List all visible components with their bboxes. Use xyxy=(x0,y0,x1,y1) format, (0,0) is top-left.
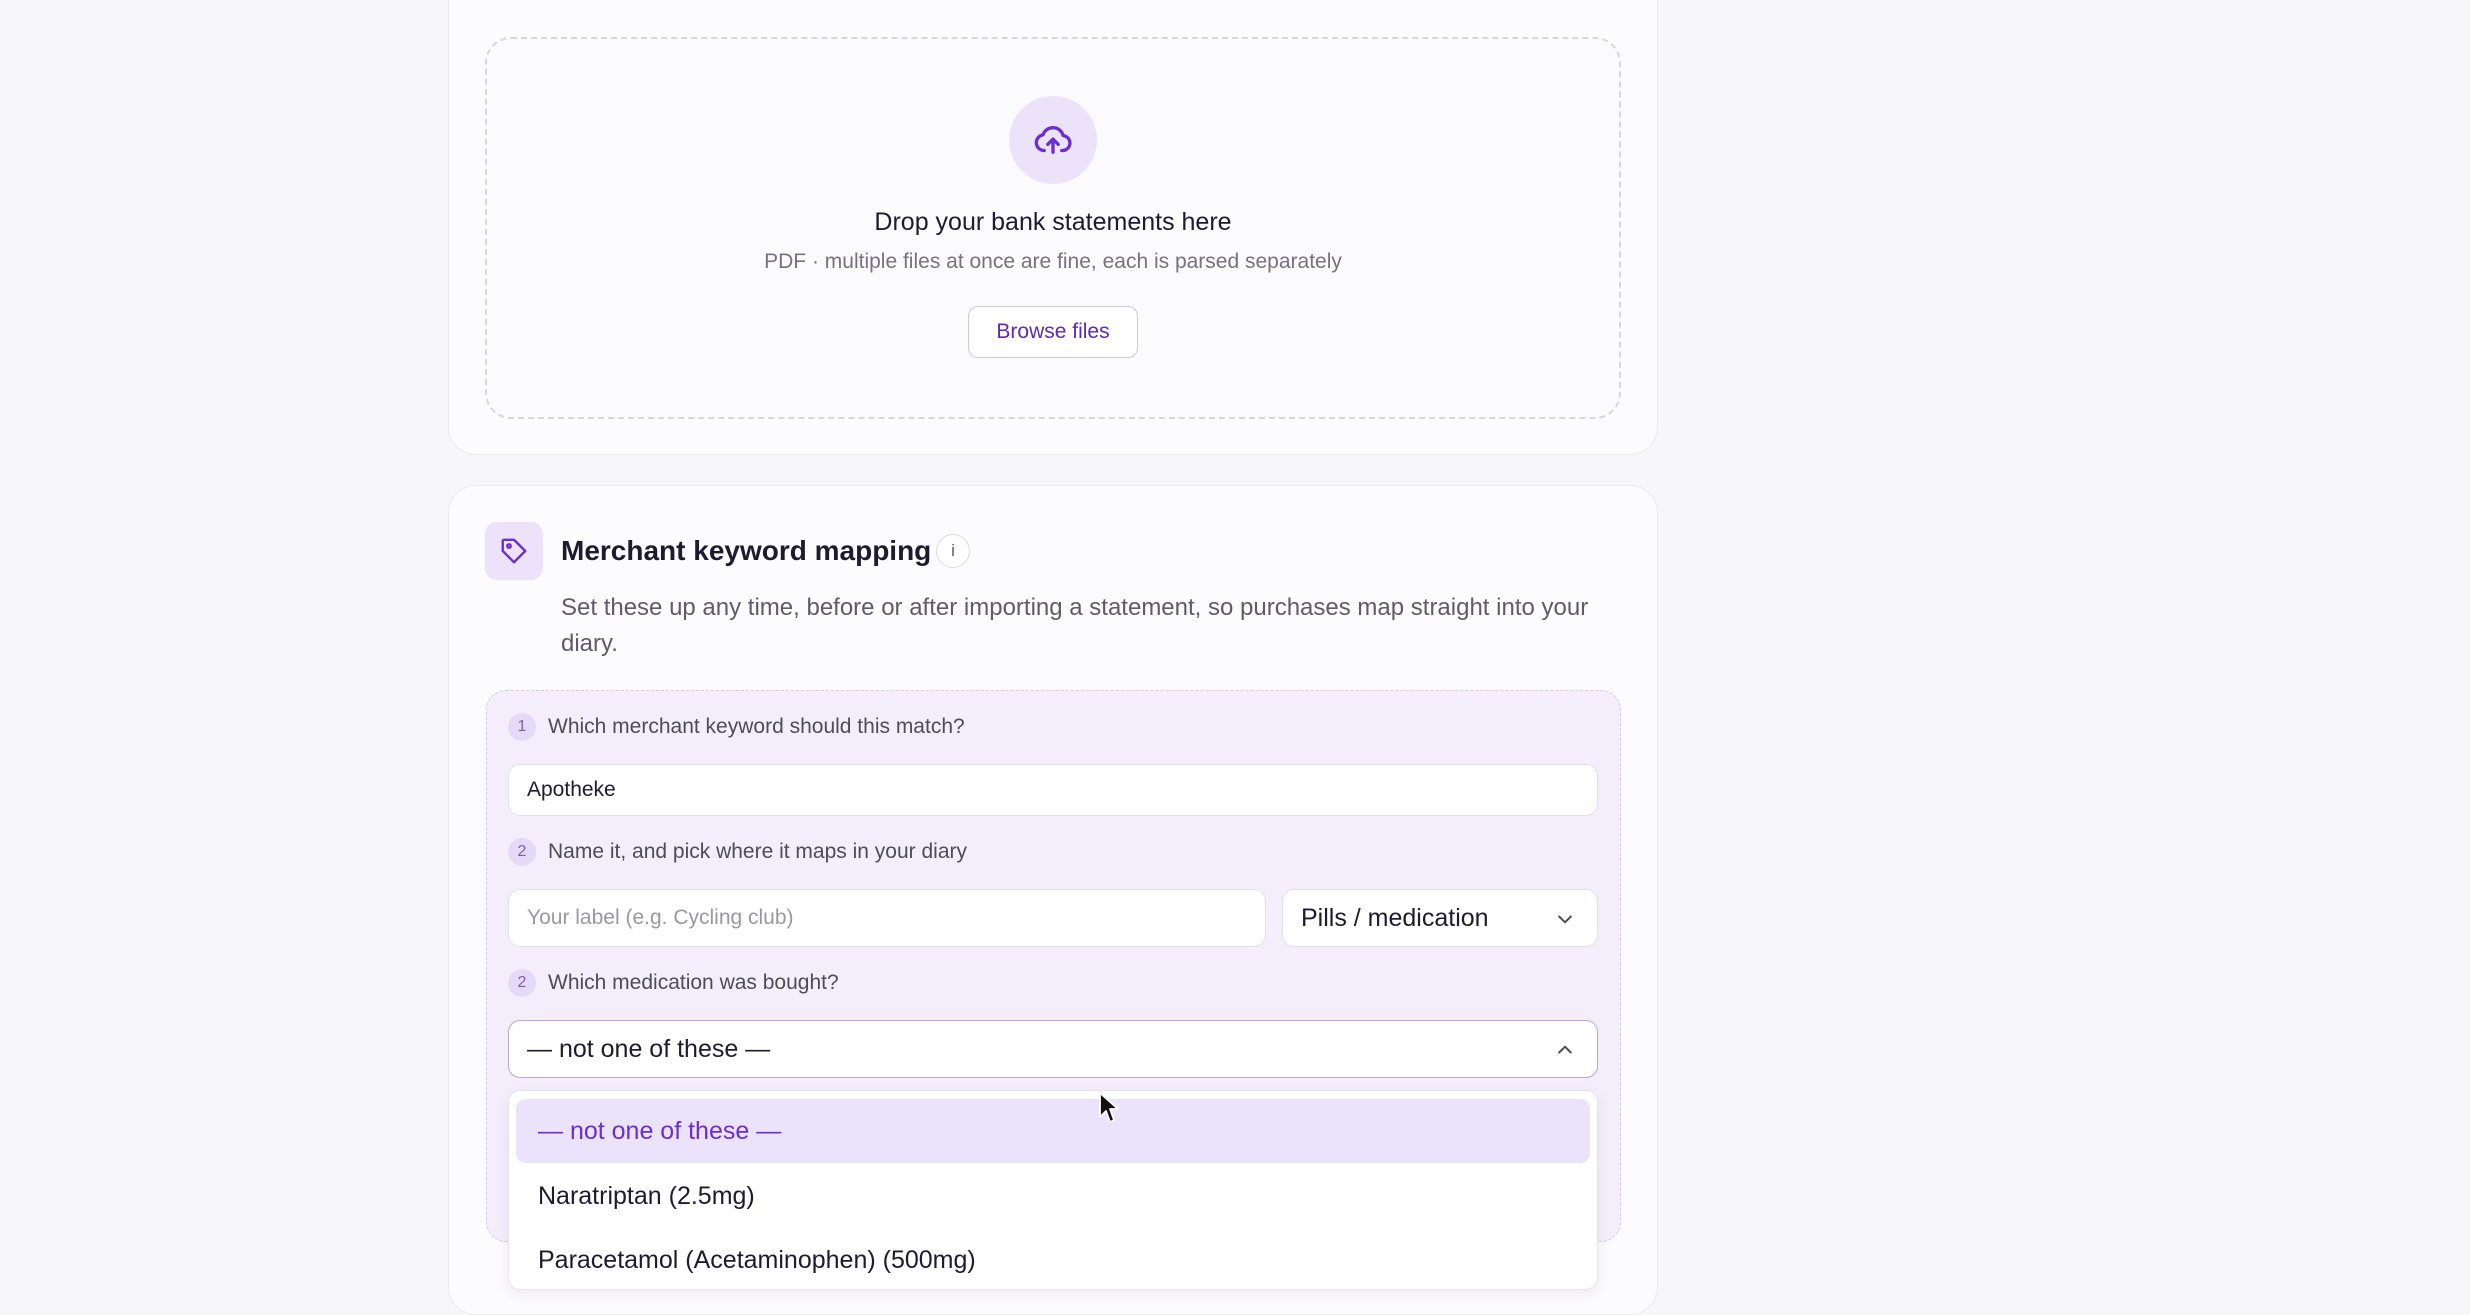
section-description: Set these up any time, before or after i… xyxy=(561,594,1589,657)
merchant-keyword-input[interactable]: Apotheke xyxy=(508,764,1598,816)
cloud-upload-icon xyxy=(1009,96,1097,184)
info-icon[interactable]: i xyxy=(936,534,970,568)
drop-subtitle: PDF · multiple files at once are fine, e… xyxy=(764,250,1342,273)
step-number: 1 xyxy=(508,713,536,741)
dropdown-option[interactable]: Naratriptan (2.5mg) xyxy=(510,1170,1596,1222)
medication-select[interactable]: — not one of these — xyxy=(508,1020,1598,1078)
step-number: 2 xyxy=(508,838,536,866)
label-input[interactable]: Your label (e.g. Cycling club) xyxy=(508,889,1266,947)
step-label: Name it, and pick where it maps in your … xyxy=(548,840,968,863)
dropdown-option[interactable]: Paracetamol (Acetaminophen) (500mg) xyxy=(510,1234,1596,1286)
step-number: 2 xyxy=(508,969,536,997)
cursor-icon xyxy=(1098,1091,1120,1130)
category-select-value: Pills / medication xyxy=(1301,903,1489,932)
chevron-up-icon xyxy=(1555,1040,1575,1066)
dropdown-option-selected[interactable]: — not one of these — xyxy=(516,1099,1590,1163)
browse-files-button[interactable]: Browse files xyxy=(968,306,1138,358)
step-label: Which merchant keyword should this match… xyxy=(548,715,965,738)
section-title: Merchant keyword mapping xyxy=(561,535,932,566)
medication-select-value: — not one of these — xyxy=(527,1034,771,1063)
category-select[interactable]: Pills / medication xyxy=(1282,889,1598,947)
tag-icon xyxy=(485,522,543,580)
chevron-down-icon xyxy=(1555,909,1575,935)
step-label: Which medication was bought? xyxy=(548,971,839,994)
drop-title: Drop your bank statements here xyxy=(874,208,1232,236)
